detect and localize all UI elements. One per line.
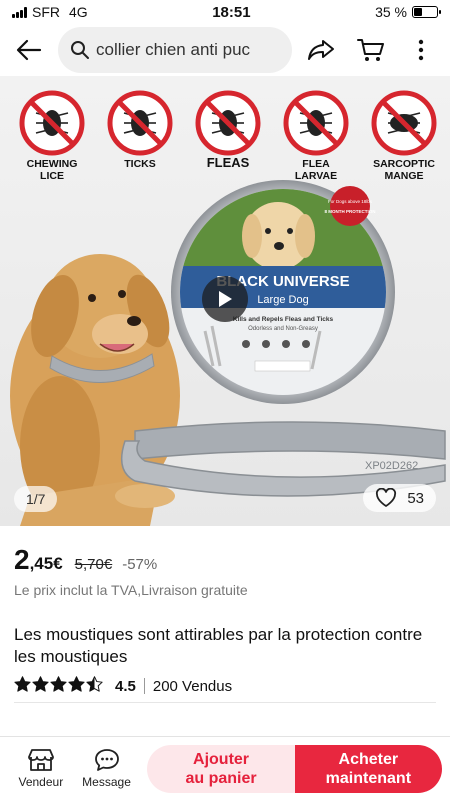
wishlist-button[interactable]: 53 bbox=[363, 484, 436, 512]
back-button[interactable] bbox=[8, 29, 50, 71]
star-icon bbox=[86, 676, 103, 696]
pest-label: LARVAE bbox=[295, 170, 337, 182]
price-row: 2 ,45€ 5,70€ -57% bbox=[0, 526, 450, 576]
more-button[interactable] bbox=[400, 29, 442, 71]
seller-label: Vendeur bbox=[18, 775, 64, 789]
product-title: Les moustiques sont attirables par la pr… bbox=[14, 625, 423, 666]
pest-icon: SARCOPTICMANGE bbox=[371, 90, 437, 182]
discount-badge: -57% bbox=[122, 556, 158, 573]
svg-text:XP02D262: XP02D262 bbox=[365, 460, 418, 472]
network-label: 4G bbox=[69, 4, 88, 20]
message-button[interactable]: Message bbox=[74, 748, 140, 789]
star-icon bbox=[50, 676, 67, 696]
svg-text:8 MONTH PROTECTION: 8 MONTH PROTECTION bbox=[324, 209, 375, 214]
buy-now-button[interactable]: Acheter maintenant bbox=[294, 744, 442, 793]
sold-count: 200 Vendus bbox=[152, 677, 233, 695]
pest-label: LICE bbox=[40, 170, 64, 182]
clock: 18:51 bbox=[212, 3, 251, 21]
add-to-cart-button[interactable]: Ajouter au panier bbox=[147, 744, 295, 793]
rating-value: 4.5 bbox=[115, 677, 136, 695]
pest-label: FLEAS bbox=[207, 155, 250, 170]
divider bbox=[143, 678, 145, 694]
add-to-cart-label: Ajouter au panier bbox=[185, 750, 257, 787]
cart-icon bbox=[357, 39, 384, 61]
svg-text:For Dogs above 18lbs: For Dogs above 18lbs bbox=[328, 199, 373, 204]
svg-text:Odorless and Non-Greasy: Odorless and Non-Greasy bbox=[248, 326, 318, 332]
rating-stars bbox=[14, 676, 103, 696]
chat-icon bbox=[94, 749, 119, 771]
search-query: collier chien anti puc bbox=[96, 40, 251, 59]
heart-icon bbox=[376, 488, 397, 507]
svg-text:Large Dog: Large Dog bbox=[257, 294, 308, 306]
image-counter: 1/7 bbox=[14, 486, 58, 512]
original-price: 5,70€ bbox=[74, 556, 113, 573]
search-icon bbox=[71, 41, 89, 59]
search-input[interactable]: collier chien anti puc bbox=[58, 27, 292, 73]
star-icon bbox=[68, 676, 85, 696]
pest-label: MANGE bbox=[384, 170, 423, 182]
arrow-left-icon bbox=[16, 39, 42, 61]
svg-text:Kills and Repels Fleas and Tic: Kills and Repels Fleas and Ticks bbox=[233, 316, 334, 323]
battery-icon bbox=[411, 6, 441, 18]
signal-icon bbox=[12, 6, 27, 18]
pest-label: SARCOPTIC bbox=[373, 158, 435, 170]
likes-count: 53 bbox=[407, 489, 424, 507]
star-icon bbox=[14, 676, 31, 696]
pest-icon: CHEWINGLICE bbox=[19, 90, 85, 182]
rating-row[interactable]: 4.5 200 Vendus bbox=[0, 668, 450, 696]
price-integer: 2 bbox=[14, 544, 30, 575]
play-icon bbox=[219, 291, 232, 307]
battery-percent: 35 % bbox=[375, 4, 407, 20]
bottom-action-bar: Vendeur Message Ajouter au panier Achete… bbox=[0, 736, 450, 800]
price-note: Le prix inclut la TVA,Livraison gratuite bbox=[14, 582, 248, 598]
more-vertical-icon bbox=[418, 39, 424, 61]
store-icon bbox=[27, 749, 54, 771]
play-video-button[interactable] bbox=[202, 276, 248, 322]
pest-label: CHEWING bbox=[27, 158, 78, 170]
pest-icon: FLEAS bbox=[195, 90, 261, 170]
cart-button[interactable] bbox=[350, 29, 392, 71]
divider bbox=[14, 702, 436, 703]
seller-button[interactable]: Vendeur bbox=[8, 748, 74, 789]
status-bar: SFR 4G 18:51 35 % bbox=[0, 0, 450, 24]
price-decimal: ,45€ bbox=[29, 554, 63, 573]
share-button[interactable] bbox=[300, 29, 342, 71]
message-label: Message bbox=[82, 775, 131, 789]
pest-label: FLEA bbox=[302, 158, 330, 170]
pest-label: TICKS bbox=[124, 158, 156, 170]
share-icon bbox=[308, 40, 334, 60]
star-icon bbox=[32, 676, 49, 696]
buy-now-label: Acheter maintenant bbox=[325, 750, 412, 787]
top-nav: collier chien anti puc bbox=[0, 24, 450, 76]
carrier-label: SFR bbox=[32, 4, 60, 20]
product-image-gallery[interactable]: CHEWING LICE TICKS FLEAS FLEA LARVAE SARCOPTIC… bbox=[0, 76, 450, 526]
